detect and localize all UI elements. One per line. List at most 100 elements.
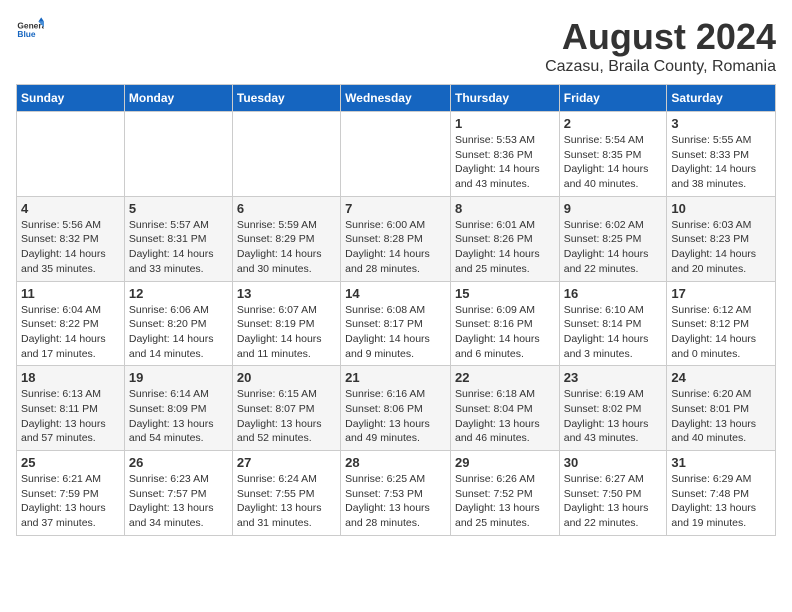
day-number: 18 xyxy=(21,370,120,385)
day-info: Sunrise: 6:27 AM Sunset: 7:50 PM Dayligh… xyxy=(564,472,663,531)
day-number: 27 xyxy=(237,455,336,470)
day-info: Sunrise: 6:02 AM Sunset: 8:25 PM Dayligh… xyxy=(564,218,663,277)
day-number: 6 xyxy=(237,201,336,216)
day-info: Sunrise: 6:29 AM Sunset: 7:48 PM Dayligh… xyxy=(671,472,771,531)
calendar-week-row: 1 Sunrise: 5:53 AM Sunset: 8:36 PM Daylig… xyxy=(17,112,776,197)
day-number: 8 xyxy=(455,201,555,216)
page-title: August 2024 xyxy=(545,16,776,58)
day-number: 1 xyxy=(455,116,555,131)
col-monday: Monday xyxy=(124,85,232,112)
calendar-table: Sunday Monday Tuesday Wednesday Thursday… xyxy=(16,84,776,536)
day-info: Sunrise: 6:01 AM Sunset: 8:26 PM Dayligh… xyxy=(455,218,555,277)
page-subtitle: Cazasu, Braila County, Romania xyxy=(545,58,776,76)
table-row: 29 Sunrise: 6:26 AM Sunset: 7:52 PM Dayli… xyxy=(450,451,559,536)
day-number: 22 xyxy=(455,370,555,385)
day-number: 17 xyxy=(671,286,771,301)
table-row: 17 Sunrise: 6:12 AM Sunset: 8:12 PM Dayli… xyxy=(667,281,776,366)
table-row: 8 Sunrise: 6:01 AM Sunset: 8:26 PM Daylig… xyxy=(450,196,559,281)
col-tuesday: Tuesday xyxy=(232,85,340,112)
calendar-week-row: 25 Sunrise: 6:21 AM Sunset: 7:59 PM Dayli… xyxy=(17,451,776,536)
day-number: 25 xyxy=(21,455,120,470)
day-info: Sunrise: 5:57 AM Sunset: 8:31 PM Dayligh… xyxy=(129,218,228,277)
table-row: 7 Sunrise: 6:00 AM Sunset: 8:28 PM Daylig… xyxy=(341,196,451,281)
table-row: 2 Sunrise: 5:54 AM Sunset: 8:35 PM Daylig… xyxy=(559,112,667,197)
day-number: 13 xyxy=(237,286,336,301)
table-row xyxy=(17,112,125,197)
day-info: Sunrise: 6:06 AM Sunset: 8:20 PM Dayligh… xyxy=(129,303,228,362)
calendar-week-row: 11Sunrise: 6:04 AM Sunset: 8:22 PM Dayli… xyxy=(17,281,776,366)
day-number: 2 xyxy=(564,116,663,131)
svg-text:Blue: Blue xyxy=(17,29,35,39)
table-row: 23 Sunrise: 6:19 AM Sunset: 8:02 PM Dayli… xyxy=(559,366,667,451)
table-row: 27 Sunrise: 6:24 AM Sunset: 7:55 PM Dayli… xyxy=(232,451,340,536)
day-info: Sunrise: 6:00 AM Sunset: 8:28 PM Dayligh… xyxy=(345,218,446,277)
calendar-header-row: Sunday Monday Tuesday Wednesday Thursday… xyxy=(17,85,776,112)
calendar-week-row: 18 Sunrise: 6:13 AM Sunset: 8:11 PM Dayli… xyxy=(17,366,776,451)
day-info: Sunrise: 6:10 AM Sunset: 8:14 PM Dayligh… xyxy=(564,303,663,362)
table-row xyxy=(124,112,232,197)
day-number: 14 xyxy=(345,286,446,301)
table-row: 12 Sunrise: 6:06 AM Sunset: 8:20 PM Dayli… xyxy=(124,281,232,366)
day-number: 28 xyxy=(345,455,446,470)
day-number: 23 xyxy=(564,370,663,385)
calendar-week-row: 4 Sunrise: 5:56 AM Sunset: 8:32 PM Daylig… xyxy=(17,196,776,281)
day-info: Sunrise: 6:12 AM Sunset: 8:12 PM Dayligh… xyxy=(671,303,771,362)
col-friday: Friday xyxy=(559,85,667,112)
col-sunday: Sunday xyxy=(17,85,125,112)
table-row: 22Sunrise: 6:18 AM Sunset: 8:04 PM Dayli… xyxy=(450,366,559,451)
table-row xyxy=(232,112,340,197)
table-row: 28 Sunrise: 6:25 AM Sunset: 7:53 PM Dayli… xyxy=(341,451,451,536)
day-number: 5 xyxy=(129,201,228,216)
day-info: Sunrise: 6:09 AM Sunset: 8:16 PM Dayligh… xyxy=(455,303,555,362)
day-info: Sunrise: 6:03 AM Sunset: 8:23 PM Dayligh… xyxy=(671,218,771,277)
table-row: 15Sunrise: 6:09 AM Sunset: 8:16 PM Dayli… xyxy=(450,281,559,366)
day-number: 12 xyxy=(129,286,228,301)
day-info: Sunrise: 6:21 AM Sunset: 7:59 PM Dayligh… xyxy=(21,472,120,531)
table-row: 9 Sunrise: 6:02 AM Sunset: 8:25 PM Daylig… xyxy=(559,196,667,281)
day-info: Sunrise: 5:54 AM Sunset: 8:35 PM Dayligh… xyxy=(564,133,663,192)
day-number: 9 xyxy=(564,201,663,216)
col-wednesday: Wednesday xyxy=(341,85,451,112)
day-number: 31 xyxy=(671,455,771,470)
table-row: 1 Sunrise: 5:53 AM Sunset: 8:36 PM Daylig… xyxy=(450,112,559,197)
logo-icon: General Blue xyxy=(16,16,44,44)
day-info: Sunrise: 6:20 AM Sunset: 8:01 PM Dayligh… xyxy=(671,387,771,446)
day-number: 10 xyxy=(671,201,771,216)
table-row: 18 Sunrise: 6:13 AM Sunset: 8:11 PM Dayli… xyxy=(17,366,125,451)
table-row: 14 Sunrise: 6:08 AM Sunset: 8:17 PM Dayli… xyxy=(341,281,451,366)
table-row: 19Sunrise: 6:14 AM Sunset: 8:09 PM Dayli… xyxy=(124,366,232,451)
table-row: 16 Sunrise: 6:10 AM Sunset: 8:14 PM Dayli… xyxy=(559,281,667,366)
day-number: 16 xyxy=(564,286,663,301)
day-info: Sunrise: 6:14 AM Sunset: 8:09 PM Dayligh… xyxy=(129,387,228,446)
day-number: 7 xyxy=(345,201,446,216)
table-row: 26 Sunrise: 6:23 AM Sunset: 7:57 PM Dayli… xyxy=(124,451,232,536)
day-number: 3 xyxy=(671,116,771,131)
day-info: Sunrise: 5:56 AM Sunset: 8:32 PM Dayligh… xyxy=(21,218,120,277)
table-row: 5 Sunrise: 5:57 AM Sunset: 8:31 PM Daylig… xyxy=(124,196,232,281)
table-row: 3Sunrise: 5:55 AM Sunset: 8:33 PM Daylig… xyxy=(667,112,776,197)
day-info: Sunrise: 6:19 AM Sunset: 8:02 PM Dayligh… xyxy=(564,387,663,446)
day-number: 11 xyxy=(21,286,120,301)
day-number: 4 xyxy=(21,201,120,216)
day-info: Sunrise: 6:23 AM Sunset: 7:57 PM Dayligh… xyxy=(129,472,228,531)
day-info: Sunrise: 6:15 AM Sunset: 8:07 PM Dayligh… xyxy=(237,387,336,446)
table-row: 13Sunrise: 6:07 AM Sunset: 8:19 PM Dayli… xyxy=(232,281,340,366)
col-thursday: Thursday xyxy=(450,85,559,112)
day-info: Sunrise: 6:26 AM Sunset: 7:52 PM Dayligh… xyxy=(455,472,555,531)
day-number: 26 xyxy=(129,455,228,470)
logo: General Blue xyxy=(16,16,44,44)
day-info: Sunrise: 6:08 AM Sunset: 8:17 PM Dayligh… xyxy=(345,303,446,362)
page-header: General Blue August 2024 Cazasu, Braila … xyxy=(16,16,776,76)
table-row: 10 Sunrise: 6:03 AM Sunset: 8:23 PM Dayli… xyxy=(667,196,776,281)
day-info: Sunrise: 5:53 AM Sunset: 8:36 PM Dayligh… xyxy=(455,133,555,192)
table-row: 30Sunrise: 6:27 AM Sunset: 7:50 PM Dayli… xyxy=(559,451,667,536)
table-row: 20Sunrise: 6:15 AM Sunset: 8:07 PM Dayli… xyxy=(232,366,340,451)
day-info: Sunrise: 5:59 AM Sunset: 8:29 PM Dayligh… xyxy=(237,218,336,277)
table-row: 11Sunrise: 6:04 AM Sunset: 8:22 PM Dayli… xyxy=(17,281,125,366)
day-info: Sunrise: 6:13 AM Sunset: 8:11 PM Dayligh… xyxy=(21,387,120,446)
day-info: Sunrise: 6:24 AM Sunset: 7:55 PM Dayligh… xyxy=(237,472,336,531)
table-row: 4 Sunrise: 5:56 AM Sunset: 8:32 PM Daylig… xyxy=(17,196,125,281)
day-number: 29 xyxy=(455,455,555,470)
day-number: 24 xyxy=(671,370,771,385)
day-info: Sunrise: 6:25 AM Sunset: 7:53 PM Dayligh… xyxy=(345,472,446,531)
